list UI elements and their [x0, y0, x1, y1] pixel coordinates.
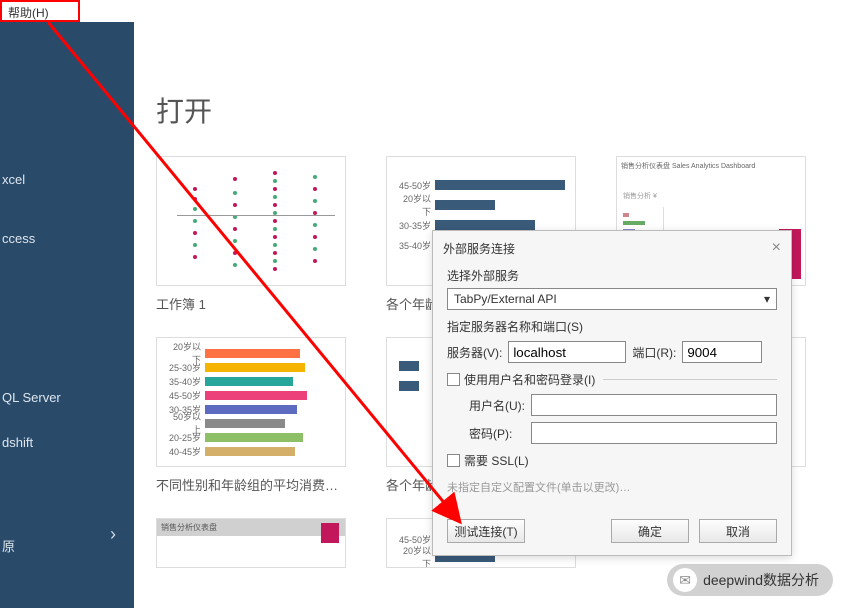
require-ssl-checkbox[interactable] [447, 454, 460, 467]
select-service-label: 选择外部服务 [447, 267, 777, 284]
close-icon[interactable]: × [772, 239, 781, 257]
port-label: 端口(R): [632, 344, 676, 361]
sidebar-item-sqlserver[interactable]: QL Server [0, 380, 134, 415]
username-input[interactable] [531, 394, 777, 416]
chevron-right-icon[interactable]: › [110, 524, 116, 545]
thumb-dashboard-2[interactable]: 销售分析仪表盘 [156, 518, 346, 568]
bar-label: 20-25岁 [165, 431, 205, 444]
sidebar-item-access[interactable]: ccess [0, 221, 134, 256]
thumb-caption: 工作簿 1 [156, 294, 346, 313]
use-credentials-checkbox[interactable] [447, 373, 460, 386]
dashboard-title: 销售分析仪表盘 [157, 519, 345, 536]
ok-button[interactable]: 确定 [611, 519, 689, 543]
require-ssl-label: 需要 SSL(L) [464, 452, 529, 469]
external-service-dialog: 外部服务连接 × 选择外部服务 TabPy/External API 指定服务器… [432, 230, 792, 556]
dashboard-accent [321, 523, 339, 543]
bar-label: 20岁以下 [395, 544, 435, 568]
page-title: 打开 [156, 90, 212, 130]
thumb-workbook-1[interactable]: 工作簿 1 [156, 156, 346, 313]
test-connection-button[interactable]: 测试连接(T) [447, 519, 525, 543]
bar-label: 45-50岁 [395, 179, 435, 192]
bar-label: 40-45岁 [165, 445, 205, 458]
wechat-icon: ✉ [673, 568, 697, 592]
thumb-avg-spend[interactable]: 20岁以下 25-30岁 35-40岁 45-50岁 30-35岁 50岁以上 … [156, 337, 346, 494]
password-input[interactable] [531, 422, 777, 444]
sidebar: xcel ccess QL Server dshift › 原 [0, 22, 134, 608]
service-select-value: TabPy/External API [454, 292, 557, 306]
server-label: 服务器(V): [447, 344, 502, 361]
use-credentials-label: 使用用户名和密码登录(I) [464, 371, 595, 388]
bar-label: 25-30岁 [165, 361, 205, 374]
bar-label: 35-40岁 [395, 239, 435, 252]
config-note[interactable]: 未指定自定义配置文件(单击以更改)… [447, 479, 777, 495]
bar-label: 35-40岁 [165, 375, 205, 388]
sidebar-item-excel[interactable]: xcel [0, 162, 134, 197]
password-label: 密码(P): [469, 425, 525, 442]
wechat-watermark: ✉ deepwind数据分析 [667, 564, 833, 596]
sidebar-item-redshift[interactable]: dshift [0, 425, 134, 460]
server-port-label: 指定服务器名称和端口(S) [447, 318, 777, 335]
bar-label: 30-35岁 [395, 219, 435, 232]
dashboard-title: 销售分析仪表盘 Sales Analytics Dashboard [617, 157, 805, 175]
bar-label: 45-50岁 [165, 389, 205, 402]
bar-label: 20岁以下 [395, 192, 435, 218]
cancel-button[interactable]: 取消 [699, 519, 777, 543]
username-label: 用户名(U): [469, 397, 525, 414]
service-select[interactable]: TabPy/External API [447, 288, 777, 310]
dialog-title: 外部服务连接 [443, 240, 515, 257]
wechat-label: deepwind数据分析 [703, 570, 819, 590]
menu-help-item[interactable]: 帮助(H) [0, 0, 80, 22]
server-input[interactable] [508, 341, 626, 363]
thumb-caption: 不同性别和年龄组的平均消费仪… [156, 475, 346, 494]
port-input[interactable] [682, 341, 762, 363]
